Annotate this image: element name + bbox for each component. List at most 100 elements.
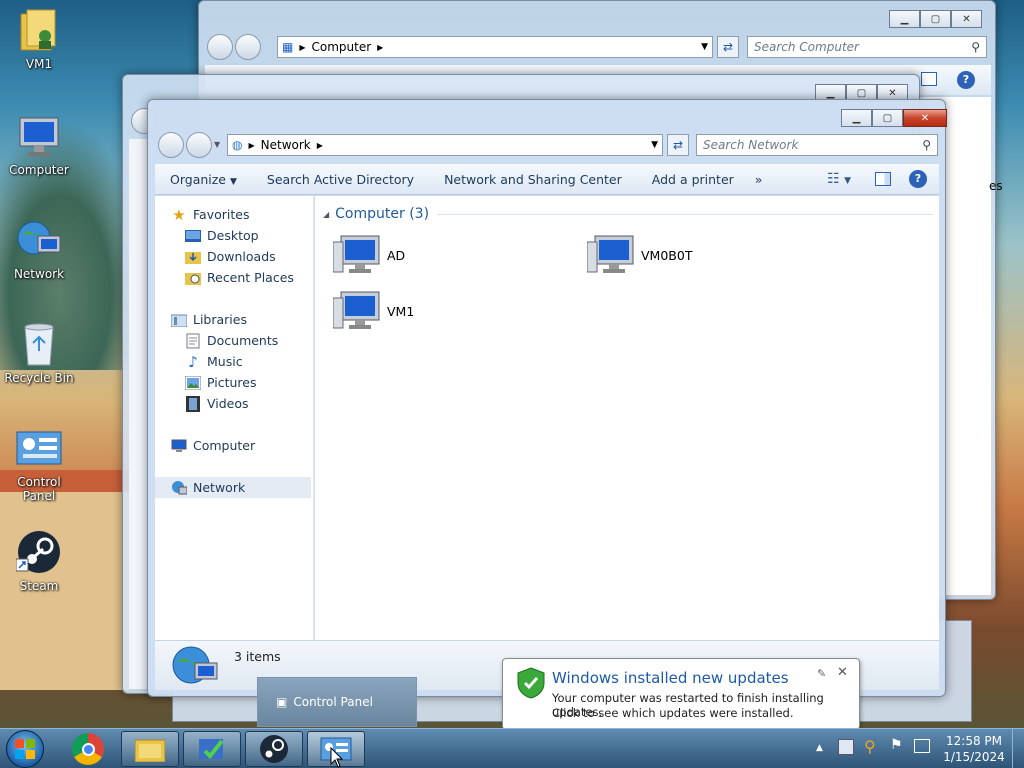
desktop-icon-steam[interactable]: Steam: [0, 528, 78, 593]
dropdown-icon[interactable]: ▼: [651, 140, 658, 150]
breadcrumb[interactable]: Computer: [312, 40, 372, 54]
forward-button[interactable]: [235, 34, 261, 60]
network-computer-item[interactable]: VM1: [333, 290, 414, 332]
update-notification[interactable]: Windows installed new updates Your compu…: [502, 658, 860, 730]
window-controls: ▁ ▢ ✕: [841, 109, 947, 127]
taskbar-preview-tooltip[interactable]: ▣ Control Panel: [257, 677, 417, 727]
steam-icon: [260, 735, 288, 763]
documents-icon: [185, 333, 201, 349]
maximize-button[interactable]: ▢: [920, 10, 951, 28]
app-taskbar-button[interactable]: [183, 731, 241, 767]
chrome-taskbar-icon[interactable]: [72, 733, 104, 765]
nav-label: Network: [193, 480, 246, 495]
show-desktop-button[interactable]: [1012, 729, 1024, 768]
help-icon[interactable]: ?: [909, 170, 927, 188]
downloads-folder-icon: [185, 249, 201, 265]
start-button[interactable]: [6, 730, 44, 768]
pin-icon[interactable]: ✎: [817, 667, 826, 680]
back-button[interactable]: [158, 132, 184, 158]
search-active-directory-button[interactable]: Search Active Directory: [252, 172, 429, 187]
group-header[interactable]: ◢ Computer (3): [323, 206, 933, 222]
back-button[interactable]: [207, 34, 233, 60]
preview-pane-icon[interactable]: [921, 72, 937, 86]
desktop-icon-recycle-bin[interactable]: Recycle Bin: [0, 320, 78, 385]
nav-documents[interactable]: Documents: [155, 330, 313, 351]
item-label: VM0B0T: [641, 247, 693, 263]
steam-taskbar-button[interactable]: [245, 731, 303, 767]
maximize-button[interactable]: ▢: [872, 109, 903, 127]
network-computer-item[interactable]: VM0B0T: [587, 234, 692, 276]
close-button[interactable]: ✕: [903, 109, 947, 127]
nav-label: Desktop: [207, 228, 259, 243]
forward-button[interactable]: [186, 132, 212, 158]
checkmark-app-icon: [199, 739, 224, 759]
nav-label: Videos: [207, 396, 249, 411]
nav-desktop[interactable]: Desktop: [155, 225, 313, 246]
desktop-icon-control-panel[interactable]: Control Panel: [0, 424, 78, 503]
close-notification-icon[interactable]: ✕: [837, 665, 848, 680]
refresh-icon[interactable]: ⇄: [667, 134, 689, 156]
dropdown-icon[interactable]: ▼: [701, 42, 708, 52]
content-pane: ◢ Computer (3) AD VM0B0T VM1: [315, 196, 939, 640]
help-icon[interactable]: ?: [957, 71, 975, 89]
nav-recent-places[interactable]: Recent Places: [155, 267, 313, 288]
nav-network[interactable]: Network: [155, 477, 311, 498]
organize-button[interactable]: Organize ▼: [155, 172, 252, 187]
libraries-icon: [171, 312, 187, 328]
change-view-icon[interactable]: ☷ ▼: [827, 171, 851, 187]
minimize-button[interactable]: ▁: [889, 10, 920, 28]
preview-pane-icon[interactable]: [875, 172, 891, 186]
nav-label: Documents: [207, 333, 279, 348]
nav-libraries[interactable]: Libraries: [155, 309, 313, 330]
desktop-icon-computer[interactable]: Computer: [0, 112, 78, 177]
refresh-icon[interactable]: ⇄: [717, 36, 739, 58]
videos-icon: [185, 395, 201, 412]
action-center-flag-icon[interactable]: ⚑: [890, 737, 903, 753]
search-tray-icon[interactable]: ⚲: [864, 737, 876, 756]
breadcrumb[interactable]: Network: [261, 138, 311, 152]
breadcrumb-arrow-icon: ▶: [316, 140, 323, 150]
address-bar[interactable]: ◍ ▶ Network ▶ ▼: [227, 134, 663, 156]
network-window[interactable]: ▁ ▢ ✕ ▼ ◍ ▶ Network ▶ ▼ ⇄ Search Network…: [147, 99, 947, 697]
close-button[interactable]: ✕: [951, 10, 982, 28]
nav-favorites[interactable]: ★ Favorites: [155, 204, 313, 225]
network-tray-icon[interactable]: [914, 739, 930, 753]
pictures-icon: [185, 375, 201, 391]
computer-icon: [333, 235, 380, 273]
command-bar: Organize ▼ Search Active Directory Netwo…: [155, 164, 939, 195]
control-panel-icon: [15, 424, 63, 472]
desktop-icon-label: Computer: [9, 163, 69, 177]
breadcrumb-arrow-icon: ▶: [377, 42, 384, 52]
explorer-taskbar-button[interactable]: [121, 731, 179, 767]
address-bar[interactable]: ▦ ▶ Computer ▶ ▼: [277, 36, 713, 58]
show-hidden-icons-arrow[interactable]: ▲: [816, 743, 823, 753]
more-commands-button[interactable]: »: [749, 172, 778, 187]
nav-videos[interactable]: Videos: [155, 393, 313, 414]
nav-pictures[interactable]: Pictures: [155, 372, 313, 393]
network-small-icon: ◍: [232, 138, 243, 152]
tooltip-label: Control Panel: [293, 695, 373, 709]
desktop-icon-vm1[interactable]: VM1: [0, 6, 78, 71]
nav-downloads[interactable]: Downloads: [155, 246, 313, 267]
music-icon: ♪: [188, 352, 198, 371]
nav-music[interactable]: ♪ Music: [155, 351, 313, 372]
windows-update-tray-icon[interactable]: [838, 739, 854, 755]
nav-label: Downloads: [207, 249, 276, 264]
network-computer-item[interactable]: AD: [333, 234, 405, 276]
search-input[interactable]: Search Network ⚲: [696, 134, 938, 156]
network-sharing-center-button[interactable]: Network and Sharing Center: [429, 172, 637, 187]
nav-label: Pictures: [207, 375, 257, 390]
network-large-icon: [172, 646, 218, 684]
clock-time: 12:58 PM: [946, 734, 1002, 748]
clock[interactable]: 12:58 PM 1/15/2024: [940, 733, 1008, 765]
desktop-icon-network[interactable]: Network: [0, 216, 78, 281]
recent-pages-icon[interactable]: ▼: [214, 140, 220, 149]
nav-computer[interactable]: Computer: [155, 435, 313, 456]
search-input[interactable]: Search Computer ⚲: [747, 36, 987, 58]
group-divider: [437, 213, 933, 215]
add-printer-button[interactable]: Add a printer: [637, 172, 749, 187]
search-icon: ⚲: [922, 138, 931, 152]
item-count: 3 items: [234, 649, 281, 664]
computer-icon: [587, 235, 634, 273]
minimize-button[interactable]: ▁: [841, 109, 872, 127]
